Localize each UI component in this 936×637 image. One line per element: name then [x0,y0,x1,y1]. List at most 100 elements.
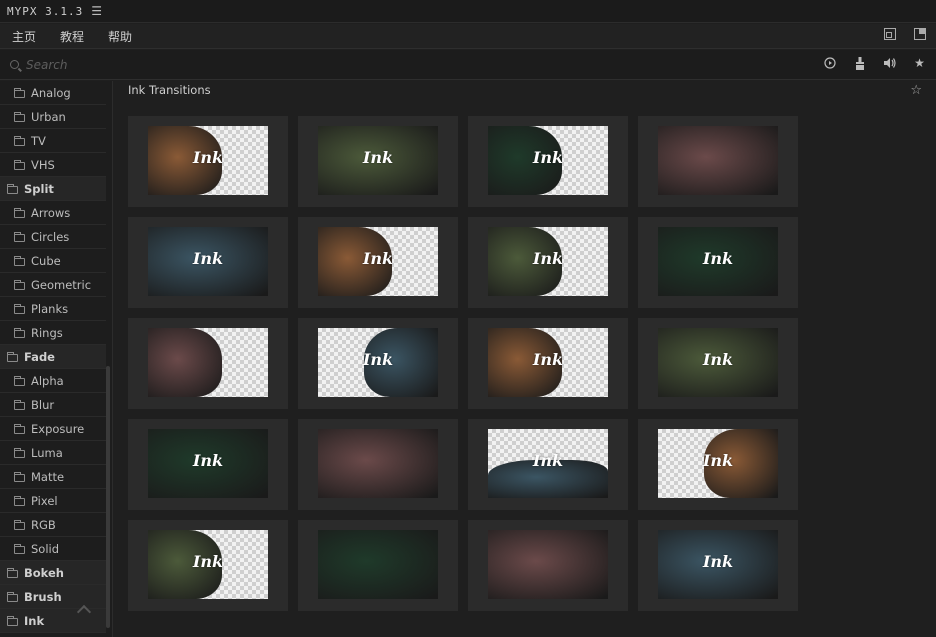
preset-tile[interactable]: Ink [128,116,288,207]
sidebar-item-matte[interactable]: Matte [0,465,106,489]
preset-thumbnail: Ink [148,126,268,195]
sidebar-item-label: Rings [31,325,63,340]
preset-thumbnail: Ink [318,227,438,296]
sidebar-item-rgb[interactable]: RGB [0,513,106,537]
sidebar-item-circles[interactable]: Circles [0,225,106,249]
sidebar-item-label: Geometric [31,277,92,292]
search-icon [10,60,19,69]
sidebar-item-exposure[interactable]: Exposure [0,417,106,441]
preset-ink-label: Ink [532,249,564,268]
preset-tile[interactable] [638,116,798,207]
menu-help[interactable]: 帮助 [96,28,144,45]
sidebar-item-analog[interactable]: Analog [0,81,106,105]
favorite-star-icon[interactable]: ☆ [910,83,922,98]
sidebar-item-label: Solid [31,541,60,556]
folder-icon [14,543,25,554]
preset-ink-label: Ink [192,148,224,167]
photo-layer [148,328,223,397]
sidebar-item-rings[interactable]: Rings [0,321,106,345]
sidebar-item-label: Fade [24,349,55,364]
sidebar-item-alpha[interactable]: Alpha [0,369,106,393]
restore-window-icon[interactable] [884,28,896,40]
sidebar-item-urban[interactable]: Urban [0,105,106,129]
preset-tile[interactable]: Ink [128,419,288,510]
preset-ink-label: Ink [702,249,734,268]
sidebar-item-planks[interactable]: Planks [0,297,106,321]
title-bar: MYPX 3.1.3 ☰ [0,0,936,23]
volume-icon[interactable] [883,57,896,70]
preset-tile[interactable]: Ink [128,217,288,308]
preset-ink-label: Ink [192,451,224,470]
menu-home[interactable]: 主页 [0,28,48,45]
preset-tile[interactable]: Ink [468,116,628,207]
preset-tile[interactable] [468,520,628,611]
sidebar-item-tv[interactable]: TV [0,129,106,153]
folder-icon [14,399,25,410]
preset-tile[interactable] [298,520,458,611]
star-icon[interactable]: ★ [913,57,926,70]
sidebar-item-blur[interactable]: Blur [0,393,106,417]
preset-tile[interactable] [128,318,288,409]
sidebar-item-label: Alpha [31,373,64,388]
sidebar-item-bokeh[interactable]: Bokeh [0,561,106,585]
sidebar-item-pixel[interactable]: Pixel [0,489,106,513]
main-panel: Ink Transitions ☆ Ink Ink Ink Ink Ink Ink Ink I… [114,81,936,637]
sidebar-item-vhs[interactable]: VHS [0,153,106,177]
folder-icon [14,231,25,242]
folder-icon [7,591,18,602]
preset-tile[interactable]: Ink [638,419,798,510]
preset-thumbnail [658,126,778,195]
preset-thumbnail: Ink [148,227,268,296]
menu-tutorials[interactable]: 教程 [48,28,96,45]
folder-icon [14,87,25,98]
preset-tile[interactable] [298,419,458,510]
sidebar-item-fade[interactable]: Fade [0,345,106,369]
sidebar-item-brush[interactable]: Brush [0,585,106,609]
folder-icon [14,207,25,218]
preset-tile[interactable]: Ink [298,116,458,207]
sidebar-item-luma[interactable]: Luma [0,441,106,465]
folder-icon [14,495,25,506]
search-input[interactable] [26,57,326,72]
sidebar-list: Analog Urban TV VHS Split Arrows Circles Cube Ge… [0,81,112,633]
sidebar-item-label: Exposure [31,421,85,436]
hamburger-menu-icon[interactable]: ☰ [91,4,102,18]
sidebar: Analog Urban TV VHS Split Arrows Circles Cube Ge… [0,81,113,637]
preset-tile[interactable]: Ink [298,217,458,308]
preset-thumbnail: Ink [148,429,268,498]
dock-window-icon[interactable] [914,28,926,40]
folder-icon [7,567,18,578]
preset-thumbnail: Ink [488,227,608,296]
preset-ink-label: Ink [192,552,224,571]
sidebar-scrollbar[interactable] [106,366,110,628]
folder-icon [14,447,25,458]
preset-thumbnail: Ink [318,126,438,195]
preset-tile[interactable]: Ink [468,217,628,308]
preset-ink-label: Ink [532,350,564,369]
sidebar-item-label: Urban [31,109,66,124]
photo-layer [318,429,438,498]
preset-thumbnail: Ink [658,227,778,296]
preset-tile[interactable]: Ink [638,318,798,409]
sidebar-item-label: Cube [31,253,61,268]
sidebar-item-geometric[interactable]: Geometric [0,273,106,297]
sidebar-item-arrows[interactable]: Arrows [0,201,106,225]
preset-tile[interactable]: Ink [638,520,798,611]
preset-tile[interactable]: Ink [128,520,288,611]
sidebar-item-solid[interactable]: Solid [0,537,106,561]
sidebar-item-split[interactable]: Split [0,177,106,201]
play-icon[interactable] [823,57,836,70]
sidebar-item-cube[interactable]: Cube [0,249,106,273]
sidebar-item-label: Blur [31,397,55,412]
preset-tile[interactable]: Ink [298,318,458,409]
folder-icon [7,615,18,626]
brush-icon[interactable] [853,57,866,70]
preset-tile[interactable]: Ink [638,217,798,308]
preset-tile[interactable]: Ink [468,318,628,409]
preset-ink-label: Ink [702,552,734,571]
preset-tile[interactable]: Ink [468,419,628,510]
preset-ink-label: Ink [362,350,394,369]
preset-thumbnail: Ink [658,328,778,397]
preset-ink-label: Ink [702,350,734,369]
search-bar: ★ [0,50,936,80]
